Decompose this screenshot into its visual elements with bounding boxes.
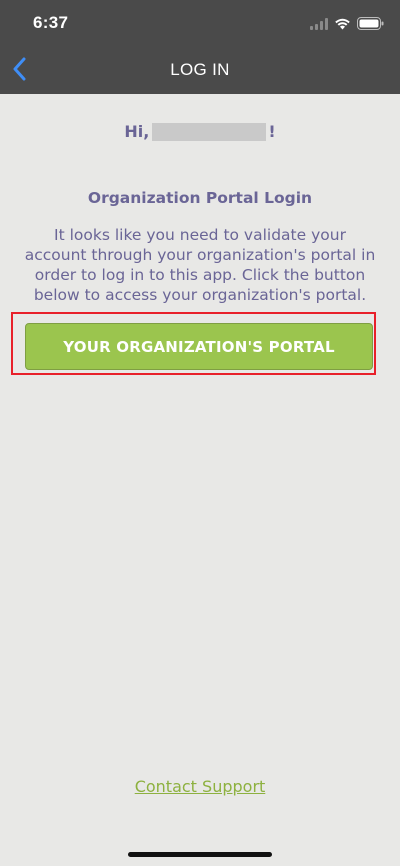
status-time: 6:37 <box>33 13 69 32</box>
greeting-prefix: Hi, <box>124 122 150 141</box>
home-indicator <box>128 852 272 857</box>
cellular-signal-icon <box>310 15 328 34</box>
status-icons <box>310 15 384 34</box>
page-title: LOG IN <box>170 60 230 79</box>
status-bar: 6:37 <box>0 0 400 48</box>
greeting: Hi, ! <box>0 122 400 141</box>
nav-bar: LOG IN <box>0 48 400 94</box>
wifi-icon <box>334 15 351 34</box>
contact-support-link[interactable]: Contact Support <box>0 777 400 796</box>
greeting-suffix: ! <box>268 122 276 141</box>
battery-icon <box>357 15 384 34</box>
redacted-username <box>152 122 267 141</box>
portal-heading: Organization Portal Login <box>87 189 313 207</box>
organization-portal-button[interactable]: YOUR ORGANIZATION'S PORTAL <box>25 323 373 370</box>
instructions-text: It looks like you need to validate your … <box>24 226 376 304</box>
